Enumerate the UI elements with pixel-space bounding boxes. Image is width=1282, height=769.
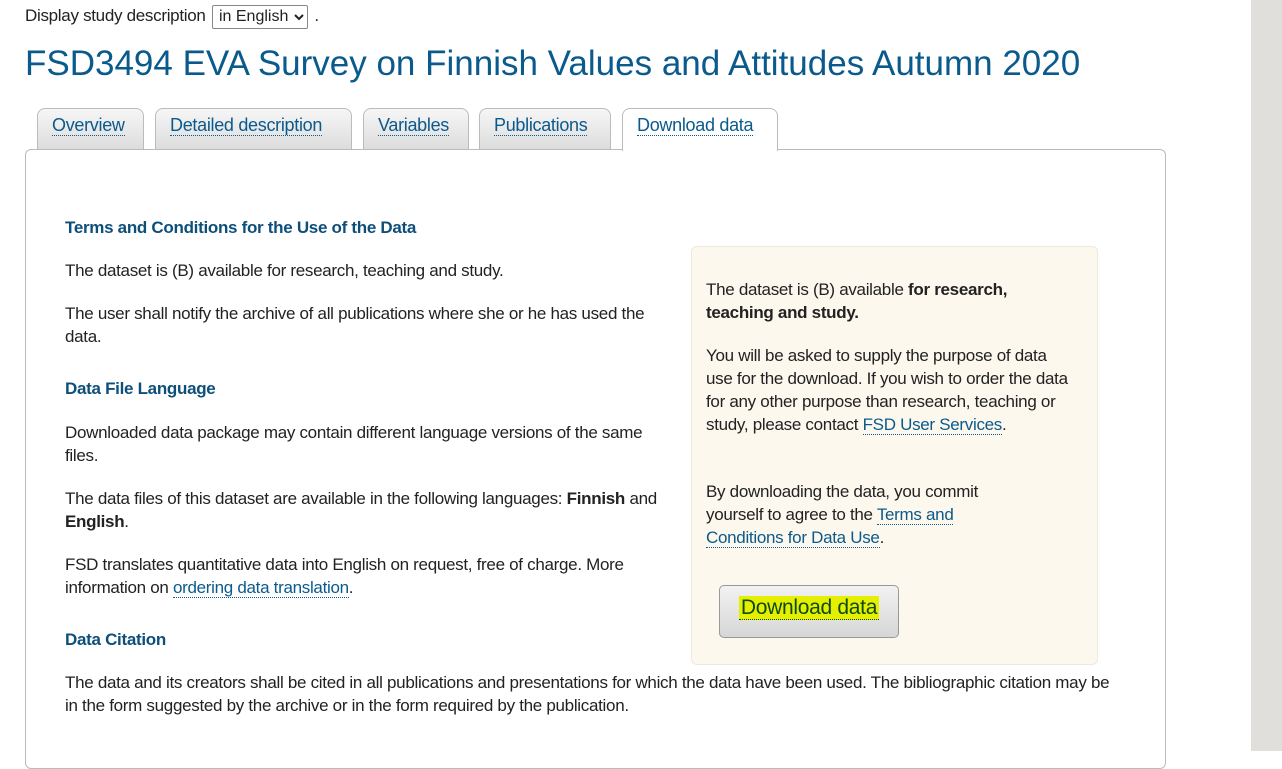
purpose-text: You will be asked to supply the purpose … [706,346,1068,435]
data-file-language-heading: Data File Language [65,379,216,398]
page-title: FSD3494 EVA Survey on Finnish Values and… [25,44,1081,83]
data-citation-heading: Data Citation [65,630,166,649]
tab-detailed-description[interactable]: Detailed description [155,108,352,150]
language-text-3: FSD translates quantitative data into En… [65,555,624,598]
scrollbar[interactable] [1251,0,1282,751]
fsd-user-services-link[interactable]: FSD User Services [862,415,1002,435]
agreement-text: By downloading the data, you commit your… [706,482,979,548]
terms-text-2: The user shall notify the archive of all… [65,304,645,346]
citation-text: The data and its creators shall be cited… [65,673,1110,715]
availability-text: The dataset is (B) available for researc… [706,280,1008,322]
tab-download-data[interactable]: Download data [622,108,778,151]
language-select[interactable]: in English [211,4,308,29]
tab-publications[interactable]: Publications [479,108,611,150]
terms-heading: Terms and Conditions for the Use of the … [65,218,417,237]
tab-overview[interactable]: Overview [37,108,144,150]
terms-text-1: The dataset is (B) available for researc… [65,261,504,280]
download-data-button[interactable]: Download data [719,585,899,638]
tab-download-data-link[interactable]: Download data [637,115,753,136]
language-selector-row: Display study description in English . [25,4,319,29]
language-text-1: Downloaded data package may contain diff… [65,423,643,465]
period: . [314,6,319,25]
tab-overview-link[interactable]: Overview [52,115,125,136]
download-data-button-label: Download data [738,596,880,620]
tab-publications-link[interactable]: Publications [494,115,588,136]
ordering-data-translation-link[interactable]: ordering data translation [172,578,349,598]
language-label: Display study description [25,6,206,25]
tab-variables[interactable]: Variables [363,108,469,150]
language-text-2: The data files of this dataset are avail… [65,489,657,531]
tab-variables-link[interactable]: Variables [378,115,449,136]
tab-detailed-description-link[interactable]: Detailed description [170,115,322,136]
